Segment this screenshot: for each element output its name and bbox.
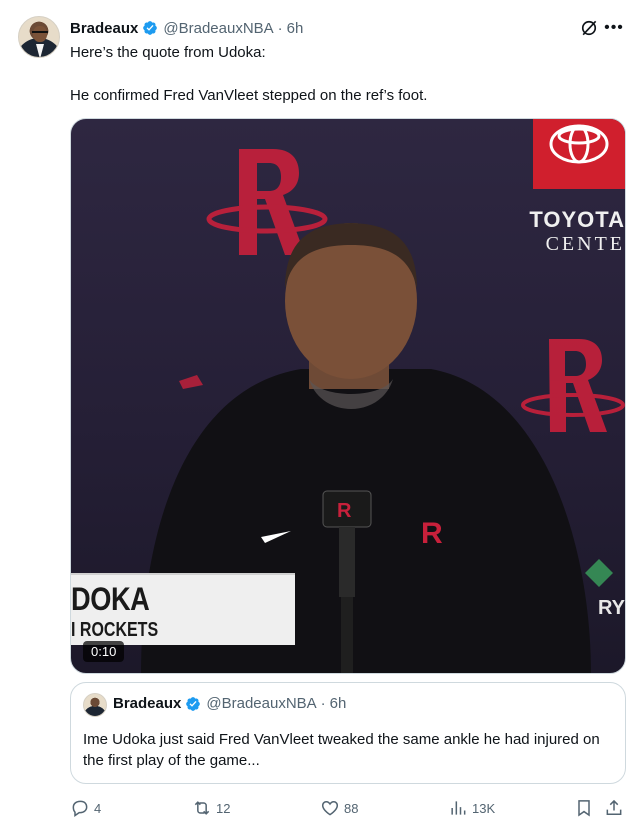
action-bar: 4 12 88 13K: [70, 796, 626, 820]
repost-button[interactable]: 12: [192, 796, 230, 820]
lower-third-name: DOKA: [71, 581, 150, 617]
lower-third-banner: DOKA I ROCKETS: [71, 573, 295, 645]
lower-third-team: I ROCKETS: [71, 619, 159, 641]
quoted-tweet-text: Ime Udoka just said Fred VanVleet tweake…: [83, 731, 600, 769]
more-icon[interactable]: •••: [604, 18, 624, 38]
right-edge-text: RY: [597, 597, 625, 619]
rockets-logo-right: [521, 339, 625, 432]
verified-badge-icon: [143, 21, 158, 35]
reply-icon: [72, 800, 88, 817]
reply-button[interactable]: 4: [70, 796, 101, 820]
timestamp[interactable]: 6h: [287, 20, 304, 37]
tweet-text-line-1: Here’s the quote from Udoka:: [70, 44, 266, 61]
like-icon: [321, 800, 339, 816]
svg-text:R: R: [337, 500, 352, 522]
sponsor-text-line-1: TOYOTA: [529, 207, 625, 232]
views-icon: [451, 801, 466, 815]
like-count: 88: [344, 800, 359, 816]
repost-count: 12: [216, 800, 231, 816]
grok-icon[interactable]: [579, 18, 599, 38]
reply-count: 4: [94, 800, 102, 816]
views-count: 13K: [472, 800, 496, 816]
video-player[interactable]: R R TOYOTA CENTE RY DOKA I ROCKETS 0:10: [70, 118, 626, 674]
author-handle[interactable]: @BradeauxNBA: [163, 20, 273, 37]
views-button[interactable]: 13K: [448, 796, 495, 820]
separator-dot: ·: [277, 19, 283, 37]
quoted-tweet-header: Bradeaux @BradeauxNBA · 6h: [113, 695, 346, 712]
quoted-tweet[interactable]: Bradeaux @BradeauxNBA · 6h Ime Udoka jus…: [70, 682, 626, 784]
bookmark-button[interactable]: [574, 796, 598, 820]
separator-dot: ·: [320, 695, 326, 712]
share-button[interactable]: [604, 796, 628, 820]
author-name[interactable]: Bradeaux: [70, 20, 138, 37]
quoted-author-handle: @BradeauxNBA: [206, 695, 317, 712]
sponsor-text-line-2: CENTE: [545, 233, 625, 255]
quoted-author-avatar[interactable]: [83, 693, 107, 717]
like-button[interactable]: 88: [320, 796, 358, 820]
author-avatar[interactable]: [18, 16, 60, 58]
verified-badge-icon: [186, 696, 201, 711]
video-duration-badge: 0:10: [83, 641, 125, 662]
repost-icon: [194, 801, 210, 815]
quoted-author-name: Bradeaux: [113, 695, 182, 712]
quoted-timestamp: 6h: [329, 695, 347, 712]
bookmark-icon: [578, 800, 590, 817]
tweet-text-line-2: He confirmed Fred VanVleet stepped on th…: [70, 87, 428, 104]
tweet[interactable]: Bradeaux @BradeauxNBA · 6h ••• Here’s th…: [0, 0, 640, 831]
share-icon: [606, 799, 622, 815]
tweet-header: Bradeaux @BradeauxNBA · 6h: [70, 18, 303, 38]
svg-text:R: R: [421, 517, 443, 550]
